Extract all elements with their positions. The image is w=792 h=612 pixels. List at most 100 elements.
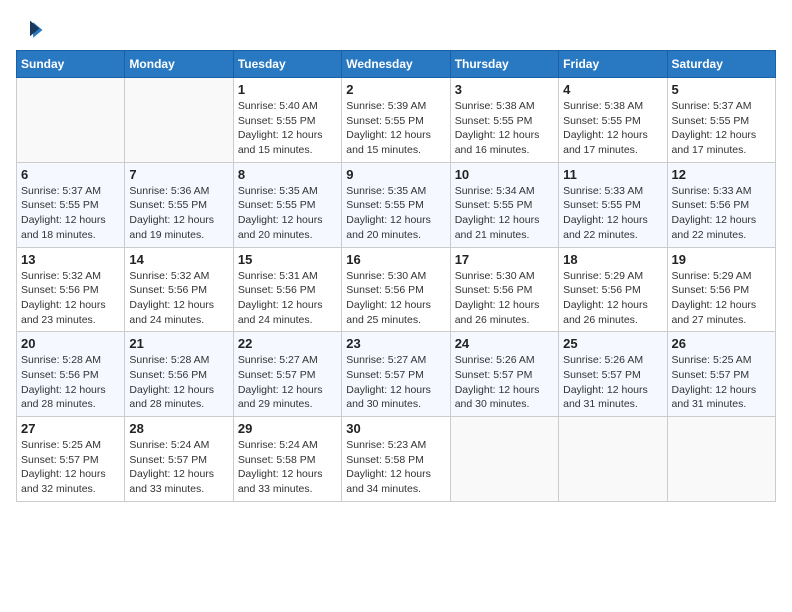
day-info: Sunrise: 5:24 AMSunset: 5:57 PMDaylight:… bbox=[129, 438, 228, 497]
calendar-cell: 1 Sunrise: 5:40 AMSunset: 5:55 PMDaylight… bbox=[233, 78, 341, 163]
day-info: Sunrise: 5:33 AMSunset: 5:56 PMDaylight:… bbox=[672, 184, 771, 243]
day-info: Sunrise: 5:36 AMSunset: 5:55 PMDaylight:… bbox=[129, 184, 228, 243]
calendar-header-monday: Monday bbox=[125, 51, 233, 78]
calendar-header-wednesday: Wednesday bbox=[342, 51, 450, 78]
page-header bbox=[16, 16, 776, 44]
day-number: 28 bbox=[129, 421, 228, 436]
calendar-cell: 28 Sunrise: 5:24 AMSunset: 5:57 PMDayligh… bbox=[125, 417, 233, 502]
day-number: 8 bbox=[238, 167, 337, 182]
calendar-header-sunday: Sunday bbox=[17, 51, 125, 78]
day-number: 10 bbox=[455, 167, 554, 182]
day-number: 3 bbox=[455, 82, 554, 97]
calendar-cell: 11 Sunrise: 5:33 AMSunset: 5:55 PMDayligh… bbox=[559, 162, 667, 247]
calendar-cell: 17 Sunrise: 5:30 AMSunset: 5:56 PMDayligh… bbox=[450, 247, 558, 332]
day-info: Sunrise: 5:27 AMSunset: 5:57 PMDaylight:… bbox=[346, 353, 445, 412]
calendar-table: SundayMondayTuesdayWednesdayThursdayFrid… bbox=[16, 50, 776, 502]
day-info: Sunrise: 5:26 AMSunset: 5:57 PMDaylight:… bbox=[455, 353, 554, 412]
day-info: Sunrise: 5:32 AMSunset: 5:56 PMDaylight:… bbox=[21, 269, 120, 328]
day-number: 16 bbox=[346, 252, 445, 267]
calendar-cell: 21Sunrise: 5:28 AMSunset: 5:56 PMDayligh… bbox=[125, 332, 233, 417]
calendar-cell: 10 Sunrise: 5:34 AMSunset: 5:55 PMDayligh… bbox=[450, 162, 558, 247]
calendar-cell: 3 Sunrise: 5:38 AMSunset: 5:55 PMDaylight… bbox=[450, 78, 558, 163]
calendar-week-row: 6Sunrise: 5:37 AMSunset: 5:55 PMDaylight… bbox=[17, 162, 776, 247]
day-info: Sunrise: 5:27 AMSunset: 5:57 PMDaylight:… bbox=[238, 353, 337, 412]
calendar-cell: 29 Sunrise: 5:24 AMSunset: 5:58 PMDayligh… bbox=[233, 417, 341, 502]
day-info: Sunrise: 5:28 AMSunset: 5:56 PMDaylight:… bbox=[21, 353, 120, 412]
day-number: 24 bbox=[455, 336, 554, 351]
day-number: 27 bbox=[21, 421, 120, 436]
calendar-header-saturday: Saturday bbox=[667, 51, 775, 78]
day-info: Sunrise: 5:32 AMSunset: 5:56 PMDaylight:… bbox=[129, 269, 228, 328]
day-number: 26 bbox=[672, 336, 771, 351]
calendar-cell bbox=[17, 78, 125, 163]
day-number: 20 bbox=[21, 336, 120, 351]
day-info: Sunrise: 5:30 AMSunset: 5:56 PMDaylight:… bbox=[455, 269, 554, 328]
day-info: Sunrise: 5:38 AMSunset: 5:55 PMDaylight:… bbox=[455, 99, 554, 158]
logo-icon bbox=[16, 16, 44, 44]
day-info: Sunrise: 5:39 AMSunset: 5:55 PMDaylight:… bbox=[346, 99, 445, 158]
day-number: 19 bbox=[672, 252, 771, 267]
calendar-cell: 12 Sunrise: 5:33 AMSunset: 5:56 PMDayligh… bbox=[667, 162, 775, 247]
calendar-cell: 24 Sunrise: 5:26 AMSunset: 5:57 PMDayligh… bbox=[450, 332, 558, 417]
day-number: 22 bbox=[238, 336, 337, 351]
day-info: Sunrise: 5:37 AMSunset: 5:55 PMDaylight:… bbox=[21, 184, 120, 243]
day-number: 25 bbox=[563, 336, 662, 351]
day-info: Sunrise: 5:40 AMSunset: 5:55 PMDaylight:… bbox=[238, 99, 337, 158]
calendar-cell: 8 Sunrise: 5:35 AMSunset: 5:55 PMDaylight… bbox=[233, 162, 341, 247]
calendar-cell: 27Sunrise: 5:25 AMSunset: 5:57 PMDayligh… bbox=[17, 417, 125, 502]
day-number: 2 bbox=[346, 82, 445, 97]
day-number: 23 bbox=[346, 336, 445, 351]
calendar-week-row: 13Sunrise: 5:32 AMSunset: 5:56 PMDayligh… bbox=[17, 247, 776, 332]
day-number: 4 bbox=[563, 82, 662, 97]
day-info: Sunrise: 5:37 AMSunset: 5:55 PMDaylight:… bbox=[672, 99, 771, 158]
day-info: Sunrise: 5:23 AMSunset: 5:58 PMDaylight:… bbox=[346, 438, 445, 497]
day-info: Sunrise: 5:35 AMSunset: 5:55 PMDaylight:… bbox=[238, 184, 337, 243]
day-number: 1 bbox=[238, 82, 337, 97]
day-info: Sunrise: 5:30 AMSunset: 5:56 PMDaylight:… bbox=[346, 269, 445, 328]
calendar-cell bbox=[559, 417, 667, 502]
day-number: 9 bbox=[346, 167, 445, 182]
calendar-cell bbox=[667, 417, 775, 502]
calendar-cell: 26Sunrise: 5:25 AMSunset: 5:57 PMDayligh… bbox=[667, 332, 775, 417]
day-number: 18 bbox=[563, 252, 662, 267]
day-info: Sunrise: 5:26 AMSunset: 5:57 PMDaylight:… bbox=[563, 353, 662, 412]
day-number: 7 bbox=[129, 167, 228, 182]
calendar-cell: 9 Sunrise: 5:35 AMSunset: 5:55 PMDaylight… bbox=[342, 162, 450, 247]
day-info: Sunrise: 5:29 AMSunset: 5:56 PMDaylight:… bbox=[563, 269, 662, 328]
calendar-cell: 23 Sunrise: 5:27 AMSunset: 5:57 PMDayligh… bbox=[342, 332, 450, 417]
day-number: 12 bbox=[672, 167, 771, 182]
calendar-header-row: SundayMondayTuesdayWednesdayThursdayFrid… bbox=[17, 51, 776, 78]
logo bbox=[16, 16, 48, 44]
calendar-cell: 13Sunrise: 5:32 AMSunset: 5:56 PMDayligh… bbox=[17, 247, 125, 332]
day-info: Sunrise: 5:29 AMSunset: 5:56 PMDaylight:… bbox=[672, 269, 771, 328]
day-info: Sunrise: 5:33 AMSunset: 5:55 PMDaylight:… bbox=[563, 184, 662, 243]
calendar-week-row: 27Sunrise: 5:25 AMSunset: 5:57 PMDayligh… bbox=[17, 417, 776, 502]
day-number: 15 bbox=[238, 252, 337, 267]
calendar-header-tuesday: Tuesday bbox=[233, 51, 341, 78]
calendar-cell bbox=[450, 417, 558, 502]
calendar-header-friday: Friday bbox=[559, 51, 667, 78]
calendar-cell: 19 Sunrise: 5:29 AMSunset: 5:56 PMDayligh… bbox=[667, 247, 775, 332]
calendar-week-row: 1 Sunrise: 5:40 AMSunset: 5:55 PMDaylight… bbox=[17, 78, 776, 163]
day-info: Sunrise: 5:38 AMSunset: 5:55 PMDaylight:… bbox=[563, 99, 662, 158]
day-info: Sunrise: 5:31 AMSunset: 5:56 PMDaylight:… bbox=[238, 269, 337, 328]
calendar-cell: 4 Sunrise: 5:38 AMSunset: 5:55 PMDaylight… bbox=[559, 78, 667, 163]
day-number: 29 bbox=[238, 421, 337, 436]
calendar-cell: 7 Sunrise: 5:36 AMSunset: 5:55 PMDaylight… bbox=[125, 162, 233, 247]
calendar-cell: 22 Sunrise: 5:27 AMSunset: 5:57 PMDayligh… bbox=[233, 332, 341, 417]
day-info: Sunrise: 5:34 AMSunset: 5:55 PMDaylight:… bbox=[455, 184, 554, 243]
day-info: Sunrise: 5:24 AMSunset: 5:58 PMDaylight:… bbox=[238, 438, 337, 497]
day-number: 17 bbox=[455, 252, 554, 267]
calendar-cell: 16 Sunrise: 5:30 AMSunset: 5:56 PMDayligh… bbox=[342, 247, 450, 332]
day-number: 21 bbox=[129, 336, 228, 351]
calendar-cell: 25 Sunrise: 5:26 AMSunset: 5:57 PMDayligh… bbox=[559, 332, 667, 417]
calendar-cell: 30 Sunrise: 5:23 AMSunset: 5:58 PMDayligh… bbox=[342, 417, 450, 502]
calendar-cell: 6Sunrise: 5:37 AMSunset: 5:55 PMDaylight… bbox=[17, 162, 125, 247]
calendar-cell: 15 Sunrise: 5:31 AMSunset: 5:56 PMDayligh… bbox=[233, 247, 341, 332]
day-number: 30 bbox=[346, 421, 445, 436]
day-number: 5 bbox=[672, 82, 771, 97]
calendar-cell bbox=[125, 78, 233, 163]
day-info: Sunrise: 5:35 AMSunset: 5:55 PMDaylight:… bbox=[346, 184, 445, 243]
calendar-cell: 14Sunrise: 5:32 AMSunset: 5:56 PMDayligh… bbox=[125, 247, 233, 332]
day-number: 11 bbox=[563, 167, 662, 182]
